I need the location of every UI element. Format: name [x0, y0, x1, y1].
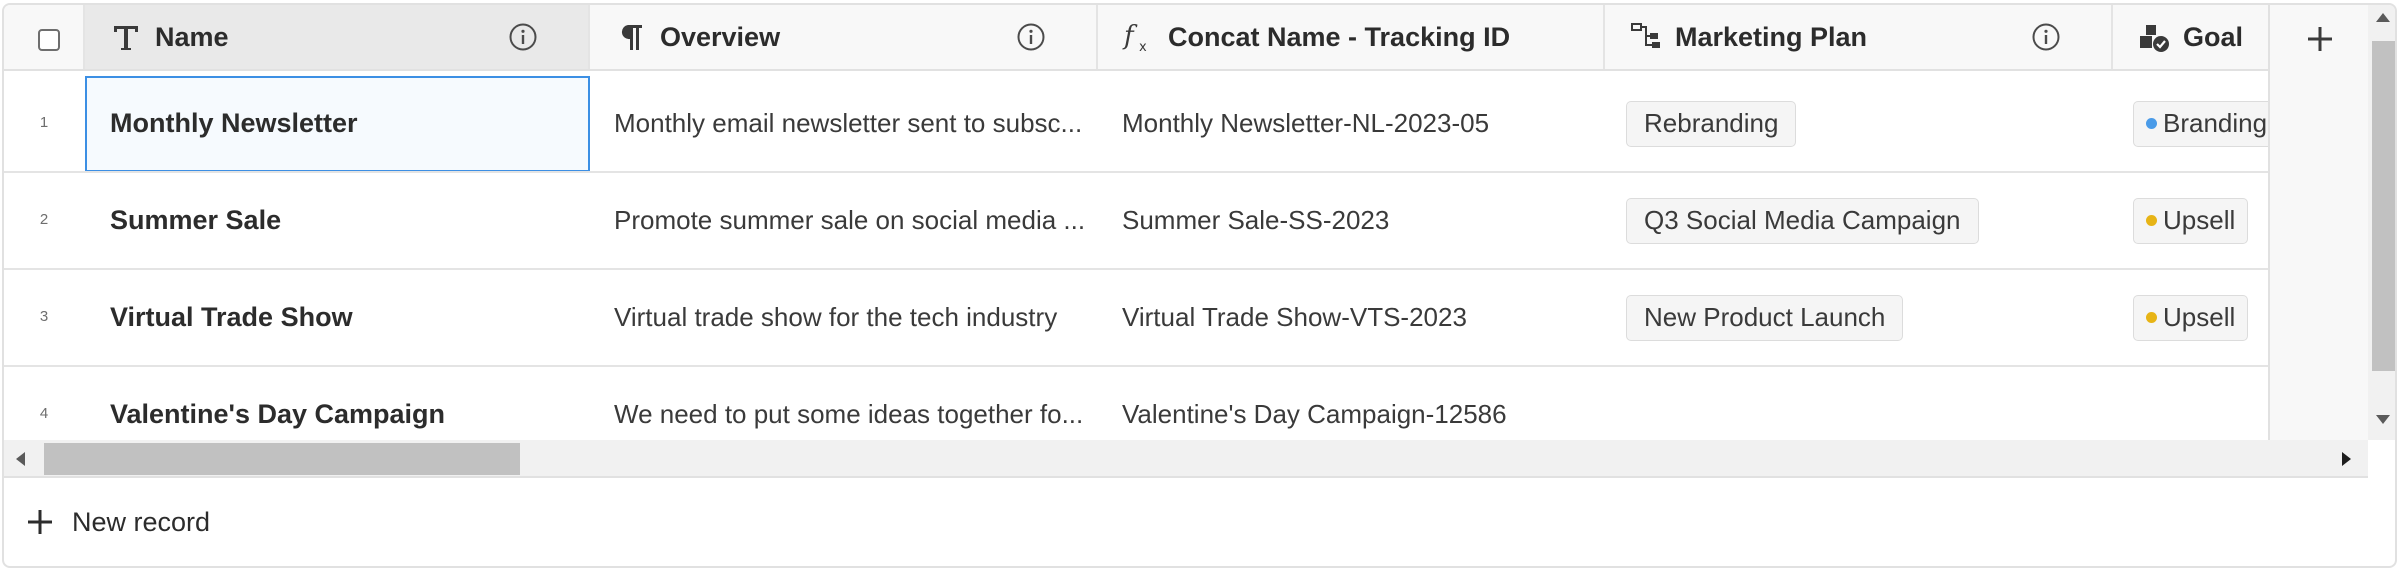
- marketing-plan-icon: [1629, 20, 1663, 54]
- column-title: Goal: [2183, 21, 2244, 52]
- goal-icon: [2137, 20, 2171, 54]
- marketing-plan-cell[interactable]: Q3 Social Media Campaign: [1605, 173, 2113, 268]
- marketing-plan-cell[interactable]: Rebranding: [1605, 76, 2113, 171]
- column-title: Name: [155, 21, 229, 52]
- goal-status-dot: [2146, 118, 2157, 129]
- name-cell[interactable]: Valentine's Day Campaign: [85, 367, 590, 440]
- overview-cell[interactable]: Promote summer sale on social media ...: [590, 173, 1098, 268]
- concat-cell[interactable]: Valentine's Day Campaign-12586: [1098, 367, 1605, 440]
- vertical-scrollbar[interactable]: [2368, 5, 2395, 440]
- goal-status-dot: [2146, 312, 2157, 323]
- overview-cell[interactable]: We need to put some ideas together fo...: [590, 367, 1098, 440]
- row-number: 1: [39, 114, 49, 131]
- plus-icon: [28, 510, 52, 534]
- table-viewport: Name Overview fx Concat Name - Tracking: [4, 5, 2368, 440]
- marketing-plan-cell[interactable]: New Product Launch: [1605, 270, 2113, 365]
- add-column-button[interactable]: [2305, 24, 2335, 54]
- marketing-plan-tag[interactable]: Rebranding: [1626, 100, 1797, 147]
- goal-tag-label: Upsell: [2163, 302, 2236, 332]
- column-title: Concat Name - Tracking ID: [1168, 21, 1511, 52]
- concat-cell[interactable]: Virtual Trade Show-VTS-2023: [1098, 270, 1605, 365]
- goal-tag[interactable]: Upsell: [2133, 197, 2249, 244]
- concat-cell[interactable]: Summer Sale-SS-2023: [1098, 173, 1605, 268]
- scroll-up-arrow-icon[interactable]: [2376, 13, 2390, 22]
- overview-cell[interactable]: Virtual trade show for the tech industry: [590, 270, 1098, 365]
- goal-tag[interactable]: Branding: [2133, 100, 2281, 147]
- goal-tag[interactable]: Upsell: [2133, 294, 2249, 341]
- paragraph-icon: [614, 20, 648, 54]
- name-cell[interactable]: Monthly Newsletter: [85, 76, 590, 171]
- marketing-plan-tag[interactable]: Q3 Social Media Campaign: [1626, 197, 1979, 244]
- overview-cell[interactable]: Monthly email newsletter sent to subsc..…: [590, 76, 1098, 171]
- goal-tag-label: Upsell: [2163, 205, 2236, 235]
- column-header-concat[interactable]: fx Concat Name - Tracking ID: [1098, 5, 1605, 69]
- marketing-plan-tag[interactable]: New Product Launch: [1626, 294, 1904, 341]
- horizontal-scroll-thumb[interactable]: [44, 443, 520, 475]
- table-row[interactable]: 2 Summer Sale Promote summer sale on soc…: [4, 173, 2368, 270]
- select-all-cell: [4, 5, 85, 69]
- goal-status-dot: [2146, 215, 2157, 226]
- data-table: Name Overview fx Concat Name - Tracking: [2, 3, 2397, 568]
- name-cell[interactable]: Summer Sale: [85, 173, 590, 268]
- column-header-overview[interactable]: Overview: [590, 5, 1098, 69]
- column-header-name[interactable]: Name: [85, 5, 590, 69]
- add-column-strip: [2268, 5, 2368, 440]
- table-row[interactable]: 3 Virtual Trade Show Virtual trade show …: [4, 270, 2368, 367]
- table-footer: New record: [4, 479, 2395, 565]
- info-icon[interactable]: [1016, 22, 1046, 52]
- name-cell[interactable]: Virtual Trade Show: [85, 270, 590, 365]
- row-number: 3: [39, 308, 49, 325]
- horizontal-scrollbar[interactable]: [4, 440, 2368, 478]
- vertical-scroll-thumb[interactable]: [2372, 41, 2395, 371]
- info-icon[interactable]: [508, 22, 538, 52]
- plus-icon: [2308, 27, 2332, 51]
- row-number: 4: [39, 405, 49, 422]
- new-record-label: New record: [72, 506, 211, 537]
- text-type-icon: [109, 20, 143, 54]
- svg-text:x: x: [1139, 40, 1147, 54]
- table-header: Name Overview fx Concat Name - Tracking: [4, 5, 2368, 71]
- scroll-down-arrow-icon[interactable]: [2376, 415, 2390, 424]
- formula-icon: fx: [1122, 20, 1156, 54]
- row-number: 2: [39, 211, 49, 228]
- table-row[interactable]: 1 Monthly Newsletter Monthly email newsl…: [4, 76, 2368, 173]
- table-row[interactable]: 4 Valentine's Day Campaign We need to pu…: [4, 367, 2368, 440]
- column-header-marketing-plan[interactable]: Marketing Plan: [1605, 5, 2113, 69]
- column-title: Marketing Plan: [1675, 21, 1868, 52]
- svg-text:f: f: [1122, 21, 1138, 51]
- column-title: Overview: [660, 21, 781, 52]
- scroll-right-arrow-icon[interactable]: [2342, 452, 2351, 466]
- goal-tag-label: Branding: [2163, 108, 2268, 138]
- scroll-left-arrow-icon[interactable]: [16, 452, 25, 466]
- info-icon[interactable]: [2031, 22, 2061, 52]
- concat-cell[interactable]: Monthly Newsletter-NL-2023-05: [1098, 76, 1605, 171]
- new-record-button[interactable]: New record: [26, 507, 210, 538]
- select-all-checkbox[interactable]: [38, 29, 60, 51]
